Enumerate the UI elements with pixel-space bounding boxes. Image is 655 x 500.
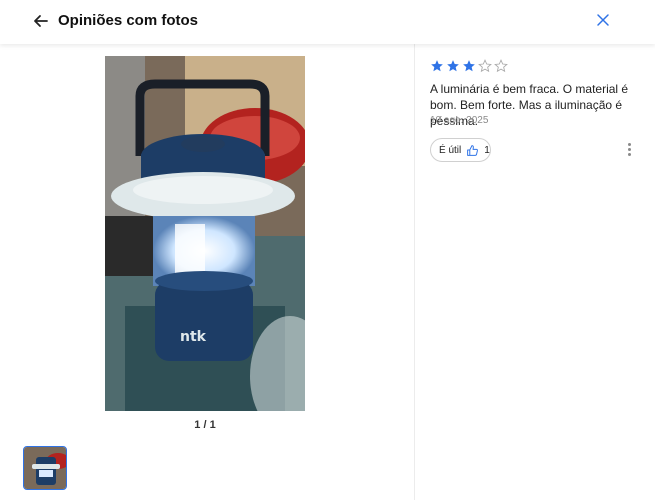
review-date: 10 ago. 2025: [430, 115, 489, 126]
star-filled-icon: [463, 60, 475, 72]
star-empty-icon: [478, 59, 492, 73]
star-filled-icon: [431, 60, 443, 72]
header-bar: Opiniões com fotos: [0, 0, 655, 44]
star-filled-icon: [447, 60, 459, 72]
thumbs-up-icon: [467, 144, 479, 156]
close-icon: [597, 14, 609, 26]
review-photo[interactable]: ntk: [105, 56, 305, 411]
back-button[interactable]: [31, 11, 51, 31]
thumbnail-image: [24, 447, 66, 489]
arrow-left-icon: [34, 15, 48, 27]
photo-counter: 1 / 1: [194, 419, 216, 431]
useful-label: É útil: [439, 144, 462, 156]
more-options-button[interactable]: [625, 143, 633, 159]
useful-count: 1: [484, 144, 490, 156]
star-rating: [430, 59, 508, 73]
svg-text:ntk: ntk: [180, 329, 207, 345]
star-empty-icon: [494, 59, 508, 73]
photo-gallery: ntk 1 / 1: [0, 44, 414, 500]
review-panel: A luminária é bem fraca. O material é bo…: [415, 44, 655, 500]
lantern-photo: ntk: [105, 56, 305, 411]
page-title: Opiniões com fotos: [58, 12, 199, 29]
useful-button[interactable]: É útil 1: [430, 138, 491, 162]
photo-thumbnail[interactable]: [23, 446, 67, 490]
close-button[interactable]: [595, 12, 611, 28]
more-vertical-icon: [625, 143, 633, 156]
